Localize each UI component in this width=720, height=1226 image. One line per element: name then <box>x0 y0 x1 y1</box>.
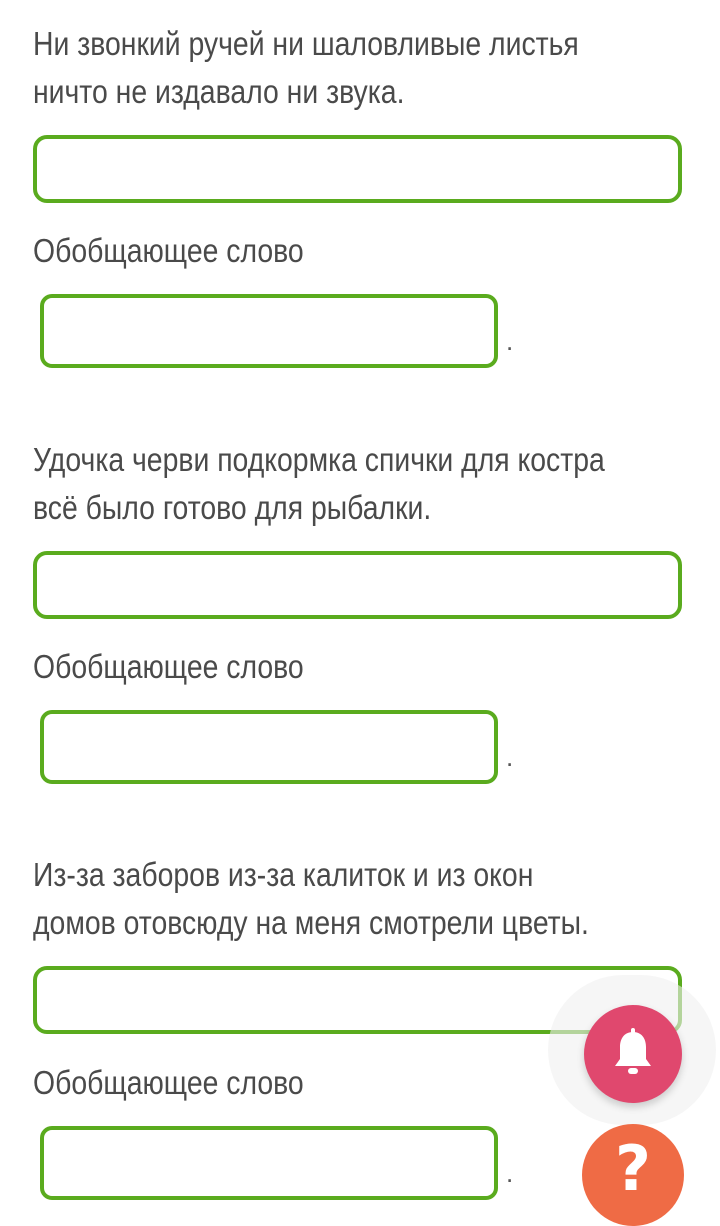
task-1-sentence-line-1: Ни звонкий ручей ни шаловливые листья <box>33 25 579 62</box>
task-1-sentence: Ни звонкий ручей ни шаловливые листья ни… <box>33 20 601 116</box>
task-2-sentence-line-1: Удочка черви подкормка спички для костра <box>33 441 605 478</box>
question-icon: ? <box>615 1132 651 1205</box>
task-1-generalizing-label: Обобщающее слово <box>33 232 304 269</box>
task-3-sentence: Из-за заборов из-за калиток и из окон до… <box>33 851 601 947</box>
task-1-answer-field[interactable] <box>33 135 682 203</box>
task-2-sentence: Удочка черви подкормка спички для костра… <box>33 436 605 532</box>
task-1-generalizing-word-field[interactable] <box>40 294 498 368</box>
task-2-generalizing-word-field[interactable] <box>40 710 498 784</box>
task-3-sentence-line-2: домов отовсюду на меня смотрели цветы. <box>33 904 589 941</box>
task-2-answer-field[interactable] <box>33 551 682 619</box>
task-3-trailing-dot: . <box>506 1158 514 1188</box>
task-2-trailing-dot: . <box>506 742 514 772</box>
notifications-button[interactable] <box>584 1005 682 1103</box>
task-2-generalizing-label: Обобщающее слово <box>33 648 304 685</box>
task-2-sentence-line-2: всё было готово для рыбалки. <box>33 489 432 526</box>
task-3-sentence-line-1: Из-за заборов из-за калиток и из окон <box>33 856 534 893</box>
task-1-sentence-line-2: ничто не издавало ни звука. <box>33 73 405 110</box>
bell-icon <box>615 1028 651 1074</box>
help-button[interactable]: ? <box>582 1124 684 1226</box>
task-3-generalizing-label: Обобщающее слово <box>33 1064 304 1101</box>
task-1-trailing-dot: . <box>506 326 514 356</box>
task-3-generalizing-word-field[interactable] <box>40 1126 498 1200</box>
